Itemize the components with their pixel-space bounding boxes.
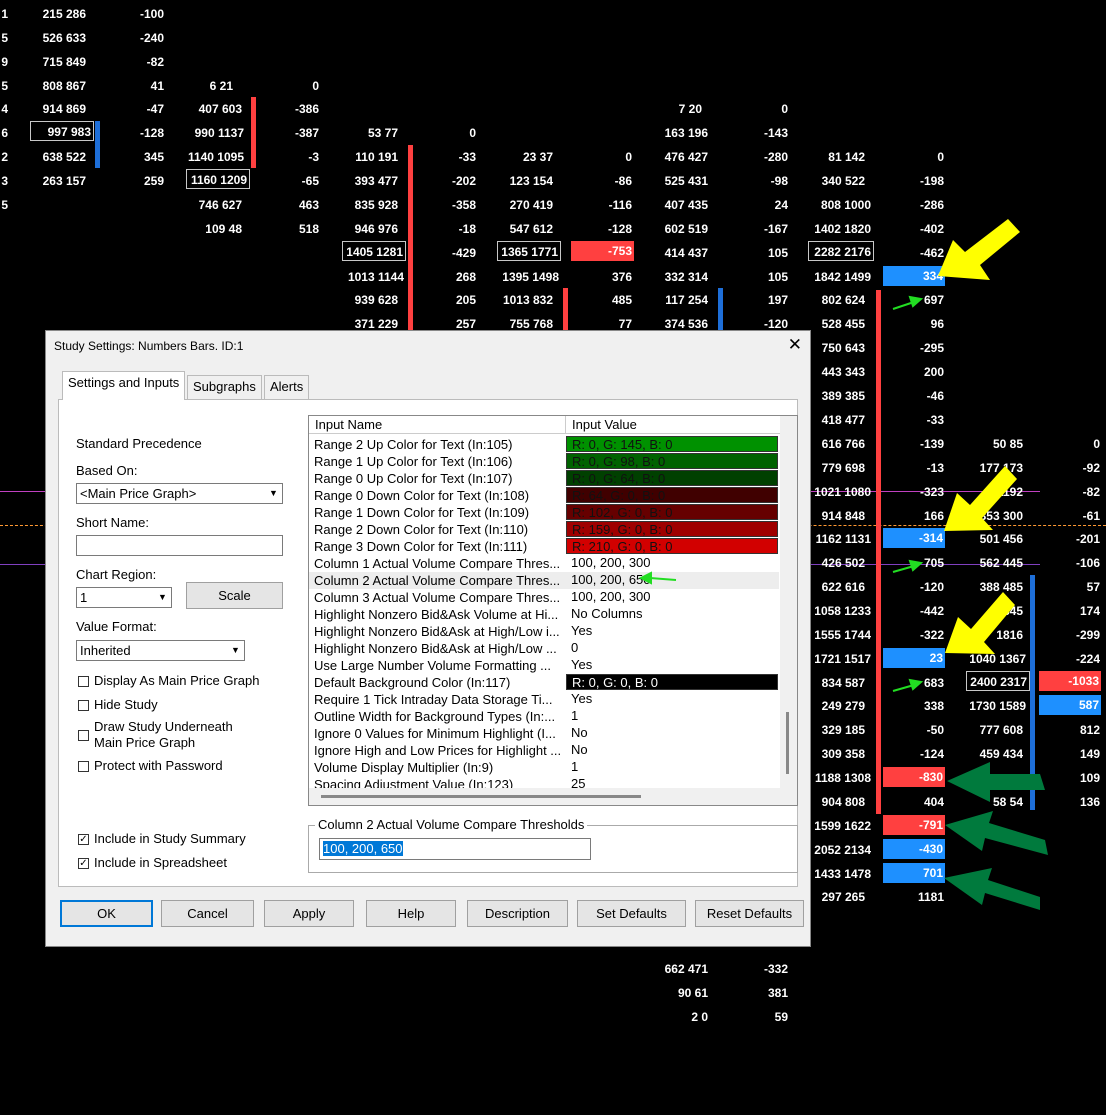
green-arrow-icon	[947, 762, 1045, 802]
annotation-overlay	[638, 219, 1048, 910]
tab-settings-and-inputs[interactable]: Settings and Inputs	[62, 371, 186, 400]
yellow-arrow-icon	[944, 466, 1017, 531]
light-green-arrow-icon	[892, 678, 924, 692]
yellow-arrow-icon	[938, 219, 1020, 280]
green-arrow-icon	[944, 868, 1040, 910]
green-arrow-icon	[945, 811, 1048, 855]
light-green-arrow-icon	[638, 571, 677, 585]
light-green-arrow-icon	[892, 295, 924, 310]
light-green-arrow-icon	[892, 559, 924, 573]
yellow-arrow-icon	[945, 592, 1015, 654]
